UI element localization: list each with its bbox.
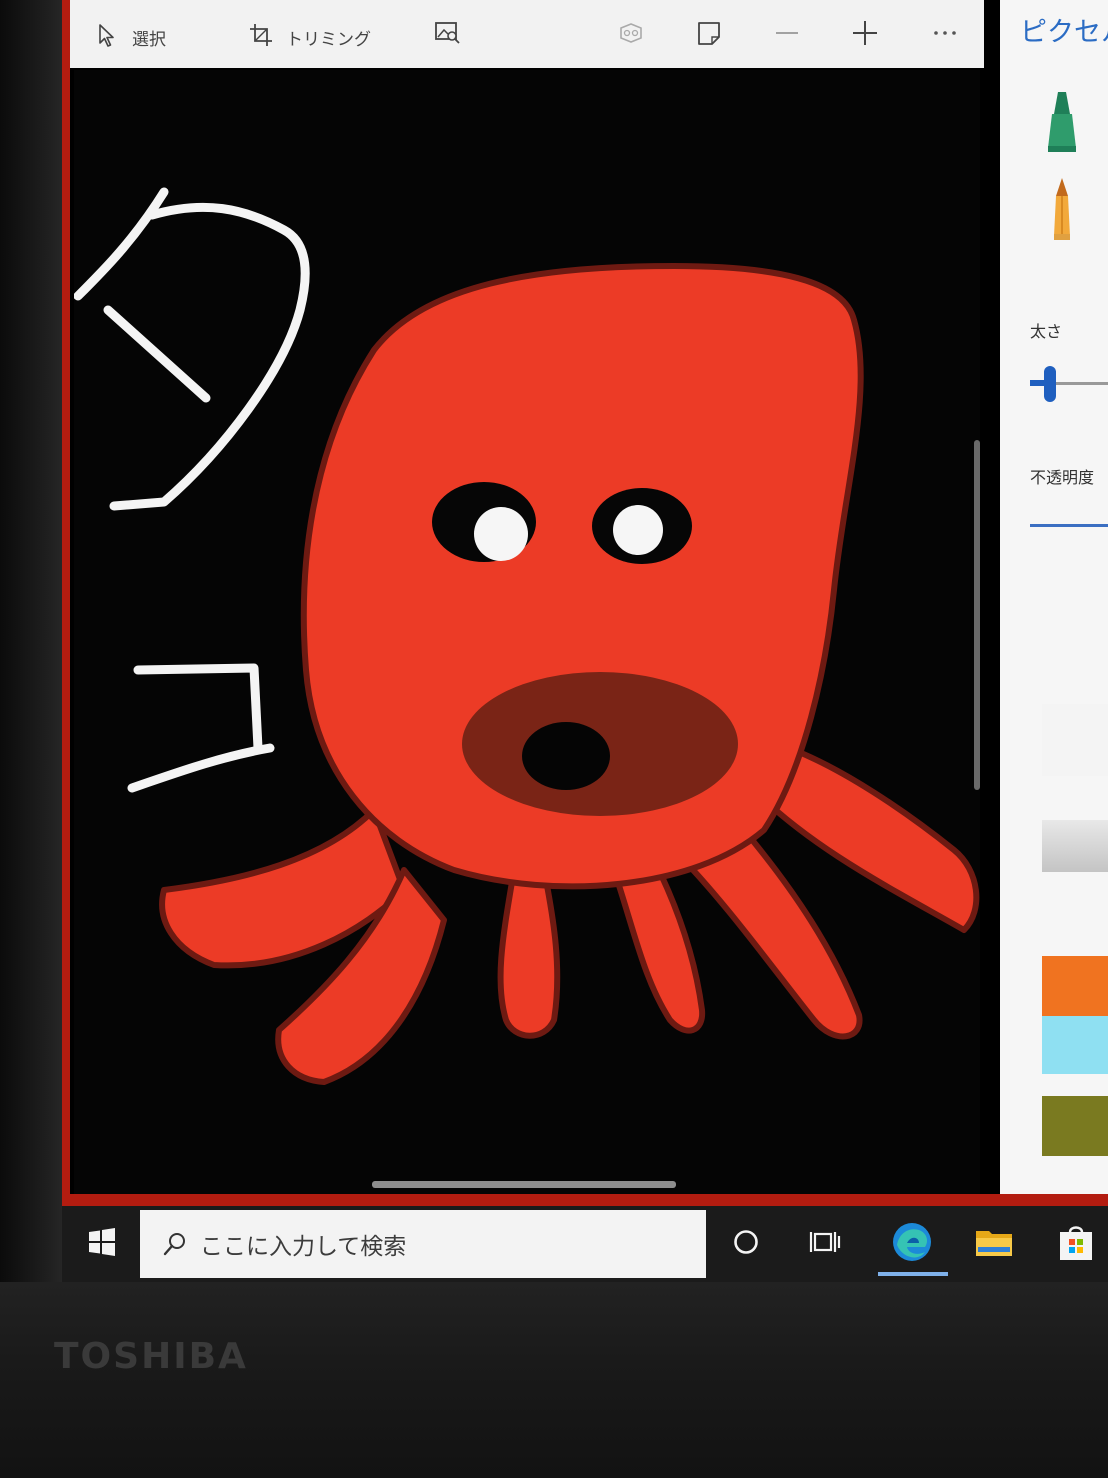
opacity-label: 不透明度 [1030,468,1095,487]
monitor-brand-logo: TOSHIBA [54,1336,248,1377]
sticker-icon [694,18,724,52]
edge-button[interactable] [890,1222,934,1266]
edge-icon [891,1221,933,1267]
windows-start-icon [87,1227,117,1261]
select-tool-label: 選択 [132,30,166,50]
window-border-bottom [62,1194,1108,1206]
horizontal-scrollbar[interactable] [372,1181,676,1188]
mixed-reality-icon [616,18,646,52]
mixed-reality-button[interactable] [614,18,648,52]
color-swatch-orange[interactable] [1042,956,1108,1016]
start-button[interactable] [80,1222,124,1266]
cortana-icon [731,1227,761,1261]
task-view-button[interactable] [804,1222,848,1266]
handwritten-text-ko [127,663,275,793]
store-icon [1056,1222,1096,1266]
more-button[interactable] [928,18,962,52]
select-tool-button[interactable]: 選択 [94,22,166,53]
crop-icon [248,22,274,53]
thickness-label: 太さ [1030,322,1063,341]
zoom-out-button[interactable] [770,18,804,52]
color-swatch-gray[interactable] [1042,820,1108,872]
color-swatch-white[interactable] [1042,704,1108,776]
search-icon [162,1231,188,1257]
monitor-bezel-left [0,0,62,1300]
crop-tool-label: トリミング [286,30,371,50]
cortana-button[interactable] [724,1222,768,1266]
cursor-icon [94,22,120,53]
more-icon [930,18,960,52]
pencil-tool-button[interactable] [1040,176,1084,246]
zoom-in-icon [850,18,880,52]
monitor-bezel-bottom [0,1282,1108,1478]
image-search-icon [432,18,462,52]
crop-tool-button[interactable]: トリミング [248,22,371,53]
magic-select-button[interactable] [430,18,464,52]
marker-tool-button[interactable] [1040,88,1084,158]
color-swatch-light-blue[interactable] [1042,1016,1108,1074]
color-swatch-olive[interactable] [1042,1096,1108,1156]
taskbar-search-box[interactable]: ここに入力して検索 [140,1210,706,1278]
search-placeholder: ここに入力して検索 [200,1234,407,1260]
panel-title: ピクセル [1020,17,1108,48]
zoom-in-button[interactable] [848,18,882,52]
edge-active-indicator [878,1272,948,1276]
window-border-left [62,0,70,1212]
pencil-icon [1040,178,1084,250]
sticker-button[interactable] [692,18,726,52]
file-explorer-button[interactable] [972,1222,1016,1266]
file-explorer-icon [974,1225,1014,1263]
vertical-scrollbar[interactable] [974,440,980,790]
handwritten-text-ta [74,187,310,511]
marker-icon [1040,92,1084,162]
zoom-out-icon [772,18,802,52]
store-button[interactable] [1054,1222,1098,1266]
toolbar [70,0,984,68]
octopus-drawing [159,263,980,1085]
drawing-canvas[interactable] [74,70,980,1194]
task-view-icon [809,1227,843,1261]
thickness-slider-thumb[interactable] [1044,366,1056,402]
opacity-slider[interactable] [1030,524,1108,527]
